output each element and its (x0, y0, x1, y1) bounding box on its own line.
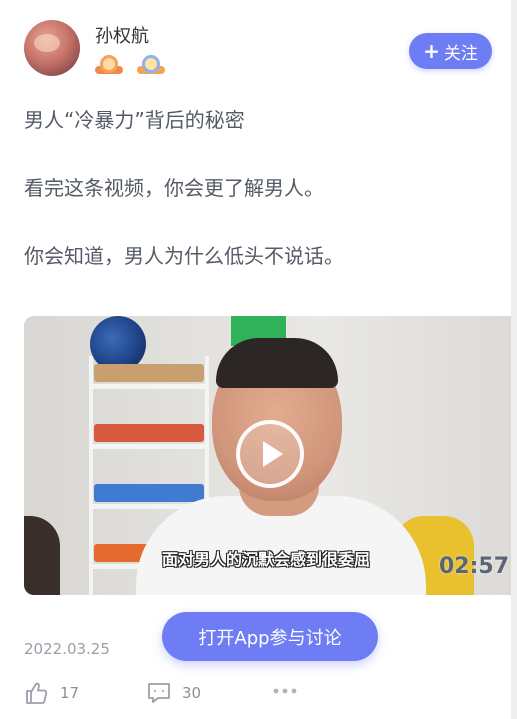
video-player[interactable]: 面对男人的沉默会感到很委屈 02:57 (24, 316, 517, 595)
thumbs-up-icon (24, 680, 50, 706)
author-name[interactable]: 孙权航 (95, 25, 149, 49)
post-title-line: 男人“冷暴力”背后的秘密 (24, 108, 245, 132)
more-dots-icon (272, 684, 298, 698)
open-app-button[interactable]: 打开App参与讨论 (162, 612, 378, 661)
post-text-line: 你会知道，男人为什么低头不说话。 (24, 244, 344, 268)
post-text-line: 看完这条视频，你会更了解男人。 (24, 176, 324, 200)
plus-icon: + (423, 39, 440, 63)
post-page: 孙权航 + 关注 男人“冷暴力”背后的秘密 看完这条视频，你会更了解男人。 你会… (0, 0, 517, 719)
post-date: 2022.03.25 (24, 640, 110, 658)
play-icon (263, 441, 283, 467)
avatar[interactable] (24, 20, 80, 76)
like-button[interactable]: 17 (24, 680, 79, 706)
like-count: 17 (60, 684, 80, 702)
level-badge-icon (95, 55, 123, 77)
more-options-button[interactable] (272, 684, 298, 698)
comment-count: 30 (182, 684, 202, 702)
user-badges (95, 55, 165, 77)
comment-button[interactable]: 30 (146, 680, 201, 706)
play-button[interactable] (236, 420, 304, 488)
follow-label: 关注 (443, 43, 478, 64)
right-edge-divider (511, 0, 517, 719)
comment-icon (146, 680, 172, 706)
video-subtitle: 面对男人的沉默会感到很委屈 (162, 550, 371, 569)
video-duration: 02:57 (438, 554, 509, 579)
follow-button[interactable]: + 关注 (409, 33, 492, 69)
medal-badge-icon (137, 55, 165, 77)
